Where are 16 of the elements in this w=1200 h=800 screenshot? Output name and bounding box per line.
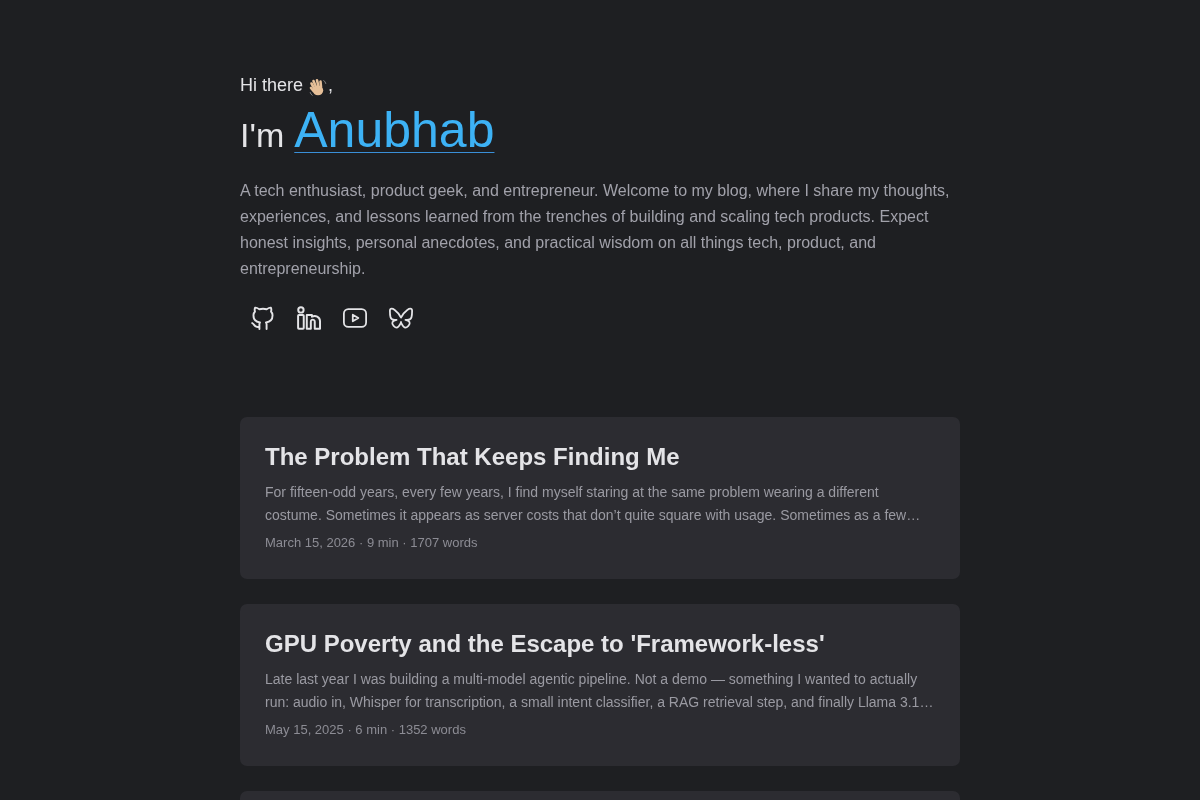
linkedin-icon bbox=[297, 306, 321, 330]
youtube-icon bbox=[343, 306, 367, 330]
intro-description: A tech enthusiast, product geek, and entrepreneur. Welcome to my blog, where I share my thoughts, experiences, and lessons learned from the trenches of building and scaling tech products. Expect honest insights, personal anecdotes, and practical wisdom on all things tech, product, and entrepreneurship. bbox=[240, 181, 951, 279]
post-excerpt: For fifteen-odd years, every few years, I find myself staring at the same problem wearing a different costume. Sometimes it appears as server costs that don’t quite square with usage. Sometimes as a few… bbox=[265, 482, 922, 525]
greeting-comma: , bbox=[328, 74, 334, 97]
github-icon bbox=[251, 306, 275, 330]
greeting-text: Hi there bbox=[240, 74, 304, 97]
post-excerpt: Late last year I was building a multi-model agentic pipeline. Not a demo — something I wanted to actually run: audio in, Whisper for transcription, a small intent classifier, a RAG retrieval step, and finally Llama 3.1… bbox=[265, 669, 935, 712]
post-meta: March 15, 2026 · 9 min · 1707 words bbox=[265, 534, 479, 552]
heading-text: I'm bbox=[240, 115, 285, 156]
post-title: GPU Poverty and the Escape to 'Framework-less' bbox=[265, 629, 826, 659]
name-link[interactable]: Anubhab bbox=[294, 99, 495, 161]
waving-hand-icon bbox=[308, 76, 329, 97]
post-title: The Problem That Keeps Finding Me bbox=[265, 442, 681, 472]
butterfly-icon bbox=[389, 306, 413, 330]
post-meta: May 15, 2025 · 6 min · 1352 words bbox=[265, 721, 467, 739]
